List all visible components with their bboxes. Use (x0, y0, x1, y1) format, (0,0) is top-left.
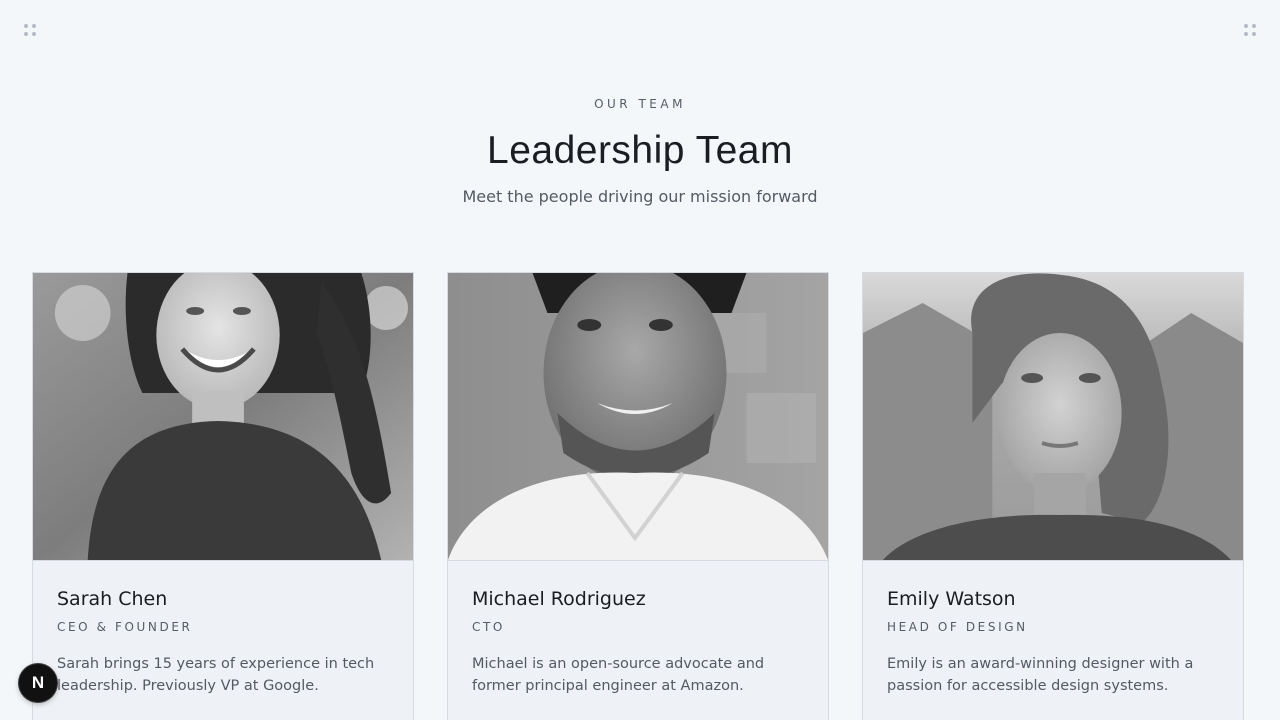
card-body: Michael Rodriguez CTO Michael is an open… (448, 561, 828, 720)
member-name: Emily Watson (887, 588, 1016, 610)
card-body: Emily Watson HEAD OF DESIGN Emily is an … (863, 561, 1243, 720)
member-role: CEO & FOUNDER (57, 620, 193, 634)
team-card: Michael Rodriguez CTO Michael is an open… (447, 272, 829, 720)
member-photo (448, 273, 828, 561)
member-bio: Michael is an open-source advocate and f… (472, 656, 765, 694)
member-name: Michael Rodriguez (472, 588, 646, 610)
dev-badge-label: N (31, 673, 45, 692)
nextjs-icon[interactable]: N (19, 664, 57, 702)
card-body: Sarah Chen CEO & FOUNDER Sarah brings 15… (33, 561, 413, 720)
member-bio: Emily is an award-winning designer with … (887, 656, 1194, 694)
page-title: Leadership Team (487, 129, 793, 172)
member-name: Sarah Chen (57, 588, 168, 610)
drag-handle-icon[interactable] (24, 24, 36, 36)
drag-handle-icon[interactable] (1244, 24, 1256, 36)
member-photo (33, 273, 413, 561)
section-header: OUR TEAM Leadership Team Meet the people… (0, 96, 1280, 207)
section-eyebrow: OUR TEAM (594, 97, 686, 111)
member-bio: Sarah brings 15 years of experience in t… (57, 656, 375, 694)
member-role: HEAD OF DESIGN (887, 620, 1028, 634)
member-photo (863, 273, 1243, 561)
portrait-image (448, 273, 828, 560)
team-card: Sarah Chen CEO & FOUNDER Sarah brings 15… (32, 272, 414, 720)
team-grid: Sarah Chen CEO & FOUNDER Sarah brings 15… (32, 272, 1248, 720)
portrait-image (863, 273, 1243, 560)
member-role: CTO (472, 620, 505, 634)
portrait-image (33, 273, 413, 560)
team-card: Emily Watson HEAD OF DESIGN Emily is an … (862, 272, 1244, 720)
team-page: OUR TEAM Leadership Team Meet the people… (0, 0, 1280, 720)
page-subtitle: Meet the people driving our mission forw… (462, 187, 818, 206)
